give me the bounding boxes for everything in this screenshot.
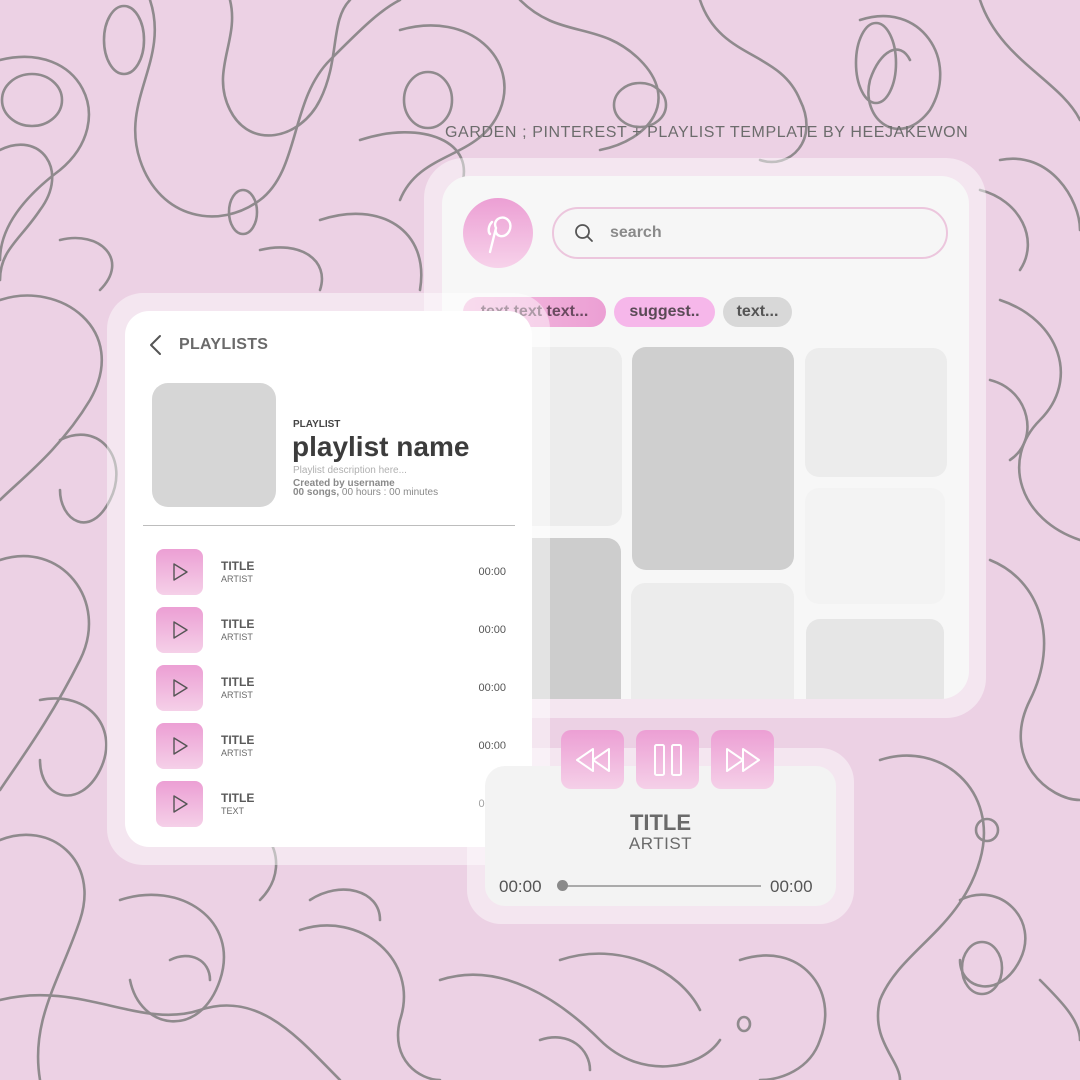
elapsed-time: 00:00 <box>499 877 542 896</box>
pause-icon <box>653 743 682 776</box>
play-button[interactable] <box>156 723 203 769</box>
pin-tile[interactable] <box>806 619 944 699</box>
play-button[interactable] <box>156 607 203 653</box>
play-icon <box>172 679 188 697</box>
play-button[interactable] <box>156 781 203 827</box>
play-icon <box>172 795 188 813</box>
play-icon <box>172 621 188 639</box>
play-button[interactable] <box>156 665 203 711</box>
progress-bar[interactable] <box>562 885 761 887</box>
pinterest-logo-icon[interactable] <box>463 198 533 268</box>
track-duration: 00:00 <box>478 624 506 636</box>
rewind-button[interactable] <box>561 730 624 789</box>
pin-tile[interactable] <box>805 488 945 604</box>
search-input[interactable] <box>610 224 910 242</box>
track-title: TITLE <box>221 617 255 631</box>
track-artist: ARTIST <box>221 632 253 642</box>
now-playing-artist: ARTIST <box>628 834 693 853</box>
track-duration: 00:00 <box>478 682 506 694</box>
track-artist: ARTIST <box>221 574 253 584</box>
playlist-duration: 00 hours : 00 minutes <box>339 487 439 498</box>
now-playing-title: TITLE <box>629 810 692 835</box>
chevron-left-icon[interactable] <box>147 334 167 356</box>
playlist-description: Playlist description here... <box>293 465 407 476</box>
track-duration: 00:00 <box>478 566 506 578</box>
suggestion-chip[interactable]: text... <box>723 297 792 327</box>
rewind-icon <box>575 747 610 772</box>
pause-button[interactable] <box>636 730 699 789</box>
playlist-cover-image <box>152 383 276 507</box>
total-time: 00:00 <box>770 877 813 896</box>
fast-forward-icon <box>725 747 760 772</box>
track-title: TITLE <box>221 559 255 573</box>
track-artist: ARTIST <box>221 690 253 700</box>
track-artist: ARTIST <box>221 748 253 758</box>
divider <box>143 525 515 526</box>
track-row[interactable]: TITLE ARTIST 00:00 <box>156 665 506 711</box>
track-artist: TEXT <box>221 806 245 816</box>
song-count: 00 songs, <box>293 487 340 498</box>
pin-tile[interactable] <box>805 348 947 477</box>
pin-tile[interactable] <box>631 583 794 699</box>
track-title: TITLE <box>221 675 255 689</box>
track-row[interactable]: TITLE ARTIST 00:00 <box>156 723 506 769</box>
play-icon <box>172 737 188 755</box>
track-row[interactable]: TITLE TEXT 00:00 <box>156 781 506 827</box>
track-title: TITLE <box>221 791 255 805</box>
track-row[interactable]: TITLE ARTIST 00:00 <box>156 549 506 595</box>
play-button[interactable] <box>156 549 203 595</box>
track-title: TITLE <box>221 733 255 747</box>
search-icon <box>574 223 594 243</box>
search-bar[interactable] <box>552 207 948 259</box>
progress-handle[interactable] <box>557 880 568 891</box>
playlist-stats: 00 songs, 00 hours : 00 minutes <box>293 487 438 498</box>
fast-forward-button[interactable] <box>711 730 774 789</box>
play-icon <box>172 563 188 581</box>
playlist-name: playlist name <box>292 431 470 462</box>
track-row[interactable]: TITLE ARTIST 00:00 <box>156 607 506 653</box>
playlist-type-label: PLAYLIST <box>293 419 341 430</box>
template-credit-text: GARDEN ; PINTEREST + PLAYLIST TEMPLATE B… <box>445 124 969 141</box>
pin-tile[interactable] <box>632 347 794 570</box>
suggestion-chip[interactable]: suggest.. <box>614 297 715 327</box>
playlists-header[interactable]: PLAYLISTS <box>179 336 268 354</box>
